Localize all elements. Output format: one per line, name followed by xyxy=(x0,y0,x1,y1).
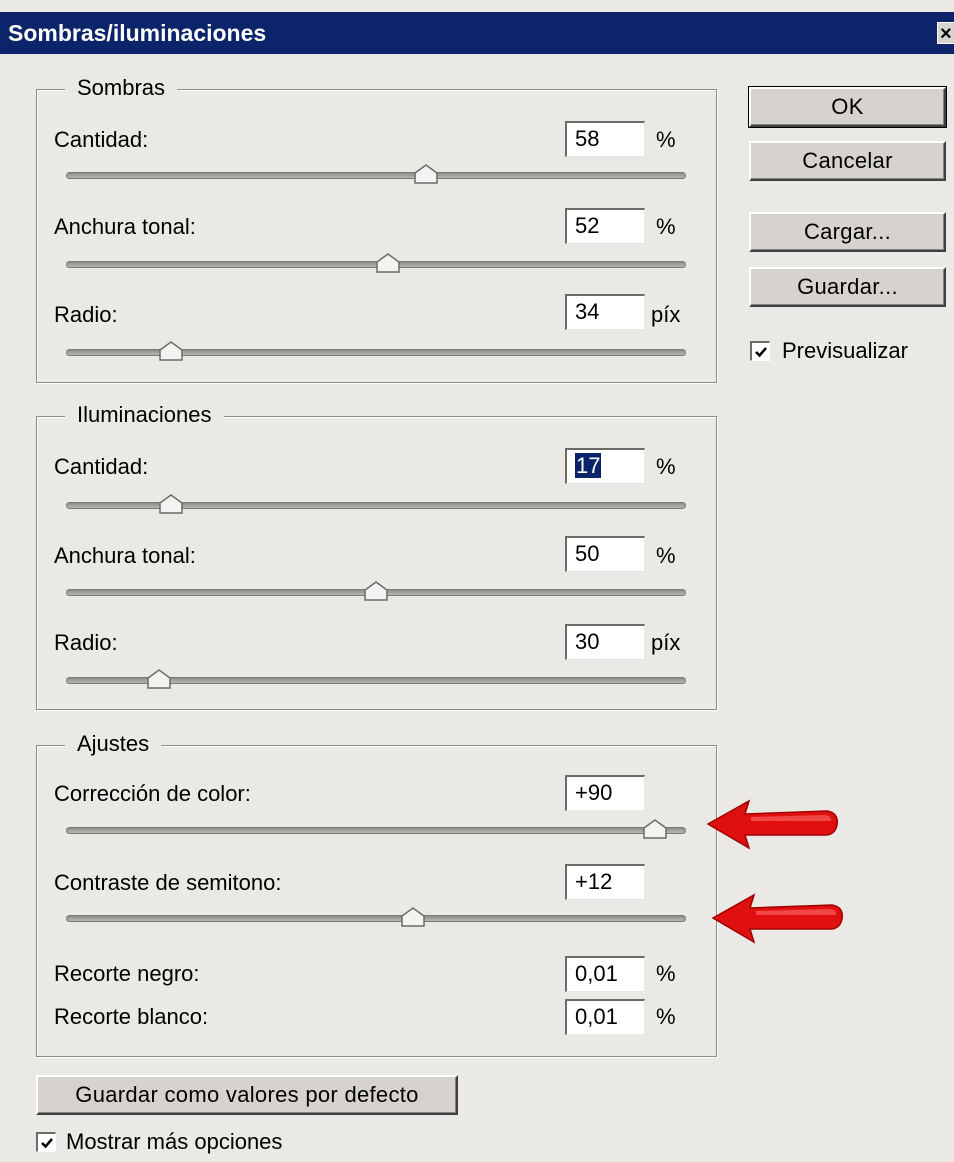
sombras-cantidad-label: Cantidad: xyxy=(54,127,149,152)
iluminaciones-cantidad-label: Cantidad: xyxy=(54,454,149,479)
preview-checkbox[interactable] xyxy=(750,341,770,361)
sombras-cantidad-unit: % xyxy=(656,127,676,152)
correccion-color-slider[interactable] xyxy=(66,827,686,834)
iluminaciones-radio-input[interactable]: 30 xyxy=(565,624,645,660)
more-options-label[interactable]: Mostrar más opciones xyxy=(66,1129,282,1155)
load-button[interactable]: Cargar... xyxy=(749,212,946,252)
sombras-cantidad-slider-thumb[interactable] xyxy=(413,164,438,184)
contraste-semitono-slider-thumb[interactable] xyxy=(401,907,425,927)
recorte-negro-label: Recorte negro: xyxy=(54,961,200,986)
iluminaciones-anchura-input[interactable]: 50 xyxy=(565,536,645,572)
correccion-color-label: Corrección de color: xyxy=(54,781,251,806)
annotation-arrow-icon xyxy=(706,799,839,850)
iluminaciones-radio-slider-thumb[interactable] xyxy=(147,669,171,689)
title-bar: Sombras/iluminaciones × xyxy=(0,12,954,54)
group-ajustes-legend: Ajustes xyxy=(65,728,162,760)
more-options-checkbox[interactable] xyxy=(36,1132,56,1152)
iluminaciones-cantidad-unit: % xyxy=(656,454,676,479)
iluminaciones-cantidad-selected-text: 17 xyxy=(575,453,602,478)
save-defaults-button[interactable]: Guardar como valores por defecto xyxy=(36,1075,458,1115)
iluminaciones-anchura-unit: % xyxy=(656,543,676,568)
close-icon[interactable]: × xyxy=(937,22,954,45)
sombras-anchura-unit: % xyxy=(656,214,676,239)
contraste-semitono-input[interactable]: +12 xyxy=(565,864,645,900)
iluminaciones-radio-unit: píx xyxy=(651,630,681,655)
recorte-blanco-input[interactable]: 0,01 xyxy=(565,999,645,1035)
contraste-semitono-slider[interactable] xyxy=(66,915,686,922)
iluminaciones-radio-label: Radio: xyxy=(54,630,118,655)
recorte-blanco-label: Recorte blanco: xyxy=(54,1004,209,1029)
recorte-blanco-unit: % xyxy=(656,1004,676,1029)
save-button[interactable]: Guardar... xyxy=(749,267,946,307)
sombras-radio-slider-thumb[interactable] xyxy=(159,341,184,361)
checkmark-icon xyxy=(41,1138,53,1149)
iluminaciones-cantidad-slider-thumb[interactable] xyxy=(159,494,184,514)
recorte-negro-input[interactable]: 0,01 xyxy=(565,956,645,992)
sombras-anchura-label: Anchura tonal: xyxy=(54,214,196,239)
correccion-color-slider-thumb[interactable] xyxy=(643,819,667,839)
sombras-cantidad-slider[interactable] xyxy=(66,172,686,179)
group-sombras-legend: Sombras xyxy=(65,72,178,104)
preview-label[interactable]: Previsualizar xyxy=(782,338,908,364)
cancel-button[interactable]: Cancelar xyxy=(749,141,946,181)
sombras-cantidad-input[interactable]: 58 xyxy=(565,121,645,157)
ok-button[interactable]: OK xyxy=(748,86,947,128)
checkmark-icon xyxy=(755,347,767,358)
annotation-arrow-icon xyxy=(711,893,844,944)
contraste-semitono-label: Contraste de semitono: xyxy=(54,870,282,895)
dialog-title: Sombras/iluminaciones xyxy=(8,20,267,46)
sombras-anchura-input[interactable]: 52 xyxy=(565,208,645,244)
correccion-color-input[interactable]: +90 xyxy=(565,775,645,811)
iluminaciones-cantidad-input[interactable]: 17 xyxy=(565,448,645,484)
sombras-radio-input[interactable]: 34 xyxy=(565,294,645,330)
iluminaciones-anchura-label: Anchura tonal: xyxy=(54,543,196,568)
sombras-anchura-slider-thumb[interactable] xyxy=(376,253,401,273)
sombras-radio-label: Radio: xyxy=(54,302,118,327)
iluminaciones-anchura-slider-thumb[interactable] xyxy=(364,581,388,601)
sombras-radio-unit: píx xyxy=(651,302,681,327)
recorte-negro-unit: % xyxy=(656,961,676,986)
group-iluminaciones-legend: Iluminaciones xyxy=(65,399,224,431)
